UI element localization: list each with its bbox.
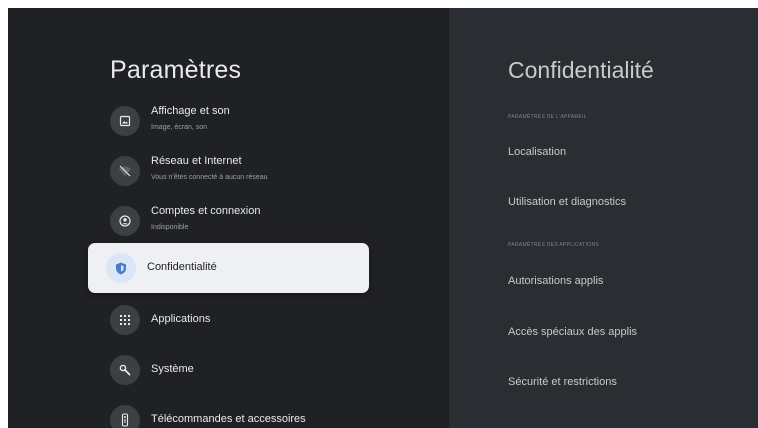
section-header-device: PARAMÈTRES DE L'APPAREIL [508,114,587,120]
shield-icon [106,253,136,283]
wrench-icon [110,355,140,385]
menu-item-label: Système [151,363,194,375]
account-icon [110,206,140,236]
menu-item-label: Télécommandes et accessoires [151,413,306,425]
display-icon [110,106,140,136]
option-app-permissions[interactable]: Autorisations applis [508,275,603,287]
apps-grid-icon [110,305,140,335]
wifi-off-icon [110,156,140,186]
privacy-detail-panel: Confidentialité PARAMÈTRES DE L'APPAREIL… [449,8,758,428]
menu-item-subtitle: Vous n'êtes connecté à aucun réseau [151,174,268,181]
menu-item-subtitle: Indisponible [151,224,189,231]
menu-item-label: Comptes et connexion [151,205,261,217]
option-special-app-access[interactable]: Accès spéciaux des applis [508,326,637,338]
option-security-restrictions[interactable]: Sécurité et restrictions [508,376,617,388]
option-location[interactable]: Localisation [508,146,566,158]
section-header-apps: PARAMÈTRES DES APPLICATIONS [508,242,599,248]
menu-item-privacy[interactable]: Confidentialité [88,243,369,293]
menu-item-display-sound[interactable]: Affichage et son Image, écran, son [88,96,369,146]
menu-item-network[interactable]: Réseau et Internet Vous n'êtes connecté … [88,146,369,196]
detail-title: Confidentialité [508,57,654,83]
menu-item-accounts[interactable]: Comptes et connexion Indisponible [88,196,369,246]
remote-icon [110,405,140,428]
menu-item-applications[interactable]: Applications [88,295,369,345]
menu-item-label: Réseau et Internet [151,155,242,167]
menu-item-system[interactable]: Système [88,345,369,395]
menu-item-subtitle: Image, écran, son [151,124,208,131]
settings-menu-panel: Paramètres Affichage et son Image, écran… [8,8,449,428]
menu-item-remotes-accessories[interactable]: Télécommandes et accessoires [88,395,369,428]
option-usage-diagnostics[interactable]: Utilisation et diagnostics [508,196,626,208]
menu-item-label: Affichage et son [151,105,230,117]
menu-item-label: Confidentialité [147,261,217,273]
tv-screen: Paramètres Affichage et son Image, écran… [8,8,758,428]
page-title: Paramètres [110,56,242,84]
menu-item-label: Applications [151,313,211,325]
